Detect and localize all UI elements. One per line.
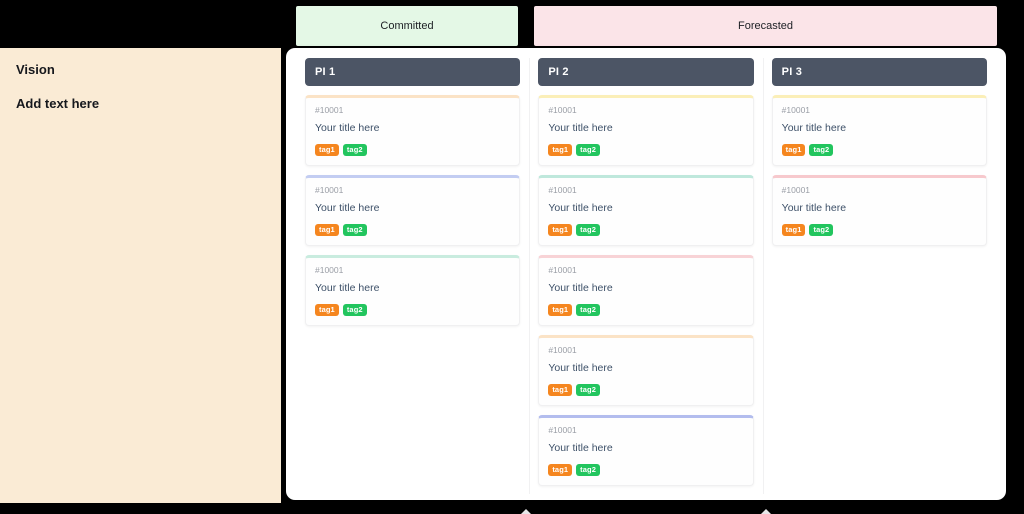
card-tag-list: tag1 tag2 <box>315 304 510 317</box>
story-card[interactable]: #10001 Your title here tag1 tag2 <box>305 95 521 167</box>
card-title[interactable]: Your title here <box>548 442 743 455</box>
card-tag[interactable]: tag1 <box>315 224 339 237</box>
vision-panel: Vision Add text here <box>0 48 281 503</box>
card-tag[interactable]: tag2 <box>576 304 600 317</box>
pi-column: PI 1 #10001 Your title here tag1 tag2 #10001 Y… <box>296 58 529 500</box>
story-card[interactable]: #10001 Your title here tag1 tag2 <box>538 335 754 407</box>
card-title[interactable]: Your title here <box>782 202 977 215</box>
card-title[interactable]: Your title here <box>315 282 510 295</box>
card-title[interactable]: Your title here <box>315 122 510 135</box>
story-card[interactable]: #10001 Your title here tag1 tag2 <box>305 255 521 327</box>
card-tag-list: tag1 tag2 <box>548 144 743 157</box>
column-resize-handle[interactable] <box>761 509 771 514</box>
card-tag[interactable]: tag1 <box>781 224 806 237</box>
pi-board: PI 1 #10001 Your title here tag1 tag2 #10001 Y… <box>286 48 1006 500</box>
card-id: #10001 <box>548 105 577 115</box>
card-tag[interactable]: tag2 <box>576 464 600 477</box>
story-card[interactable]: #10001 Your title here tag1 tag2 <box>538 415 754 487</box>
card-tag[interactable]: tag1 <box>781 144 806 157</box>
column-resize-handle[interactable] <box>521 509 531 514</box>
band-forecasted: Forecasted <box>534 6 997 46</box>
card-tag[interactable]: tag2 <box>576 384 600 397</box>
pi-column-header[interactable]: PI 2 <box>538 58 754 86</box>
card-tag-list: tag1 tag2 <box>548 224 743 237</box>
card-id: #10001 <box>315 105 344 115</box>
pi-column: PI 3 #10001 Your title here tag1 tag2 #10001 Y… <box>762 58 996 500</box>
pi-column-header[interactable]: PI 3 <box>771 58 987 86</box>
vision-text-placeholder[interactable]: Add text here <box>16 96 265 112</box>
vision-title: Vision <box>16 62 55 77</box>
card-tag-list: tag1 tag2 <box>315 144 510 157</box>
card-id: #10001 <box>548 185 577 196</box>
card-id: #10001 <box>548 425 577 436</box>
card-tag[interactable]: tag1 <box>548 224 573 237</box>
card-id: #10001 <box>781 105 811 115</box>
card-tag[interactable]: tag1 <box>315 304 339 317</box>
card-tag[interactable]: tag2 <box>342 304 367 317</box>
card-tag[interactable]: tag2 <box>576 224 600 237</box>
card-title[interactable]: Your title here <box>315 202 510 215</box>
card-title[interactable]: Your title here <box>548 202 743 215</box>
card-tag[interactable]: tag2 <box>576 144 600 157</box>
card-id: #10001 <box>781 185 811 196</box>
story-card[interactable]: #10001 Your title here tag1 tag2 <box>305 175 521 247</box>
card-tag[interactable]: tag2 <box>809 144 834 157</box>
card-title[interactable]: Your title here <box>548 122 743 135</box>
story-card[interactable]: #10001 Your title here tag1 tag2 <box>771 175 987 247</box>
card-title[interactable]: Your title here <box>548 282 743 295</box>
card-tag[interactable]: tag1 <box>548 304 573 317</box>
card-id: #10001 <box>315 185 344 196</box>
card-tag-list: tag1 tag2 <box>548 304 743 317</box>
band-committed: Committed <box>296 6 518 46</box>
story-card[interactable]: #10001 Your title here tag1 tag2 <box>771 95 987 167</box>
story-card[interactable]: #10001 Your title here tag1 tag2 <box>538 175 754 247</box>
card-tag[interactable]: tag2 <box>342 224 367 237</box>
card-tag[interactable]: tag2 <box>342 144 367 157</box>
story-card[interactable]: #10001 Your title here tag1 tag2 <box>538 255 754 327</box>
pi-column-header[interactable]: PI 1 <box>305 58 521 86</box>
card-tag[interactable]: tag2 <box>809 224 834 237</box>
card-tag-list: tag1 tag2 <box>781 144 977 157</box>
story-card[interactable]: #10001 Your title here tag1 tag2 <box>538 95 754 167</box>
card-tag[interactable]: tag1 <box>548 464 573 477</box>
band-committed-label: Committed <box>380 20 434 32</box>
pi-column: PI 2 #10001 Your title here tag1 tag2 #10001 Y… <box>529 58 762 500</box>
card-id: #10001 <box>548 265 577 276</box>
card-title[interactable]: Your title here <box>548 362 743 375</box>
card-tag[interactable]: tag1 <box>548 144 573 157</box>
card-tag-list: tag1 tag2 <box>548 384 743 397</box>
card-title[interactable]: Your title here <box>782 122 977 135</box>
card-tag-list: tag1 tag2 <box>315 224 510 237</box>
card-tag-list: tag1 tag2 <box>548 464 743 477</box>
band-forecasted-label: Forecasted <box>737 20 794 32</box>
card-id: #10001 <box>315 265 344 276</box>
card-tag-list: tag1 tag2 <box>781 224 977 237</box>
card-tag[interactable]: tag1 <box>315 144 339 157</box>
card-tag[interactable]: tag1 <box>548 384 573 397</box>
card-id: #10001 <box>548 345 577 356</box>
